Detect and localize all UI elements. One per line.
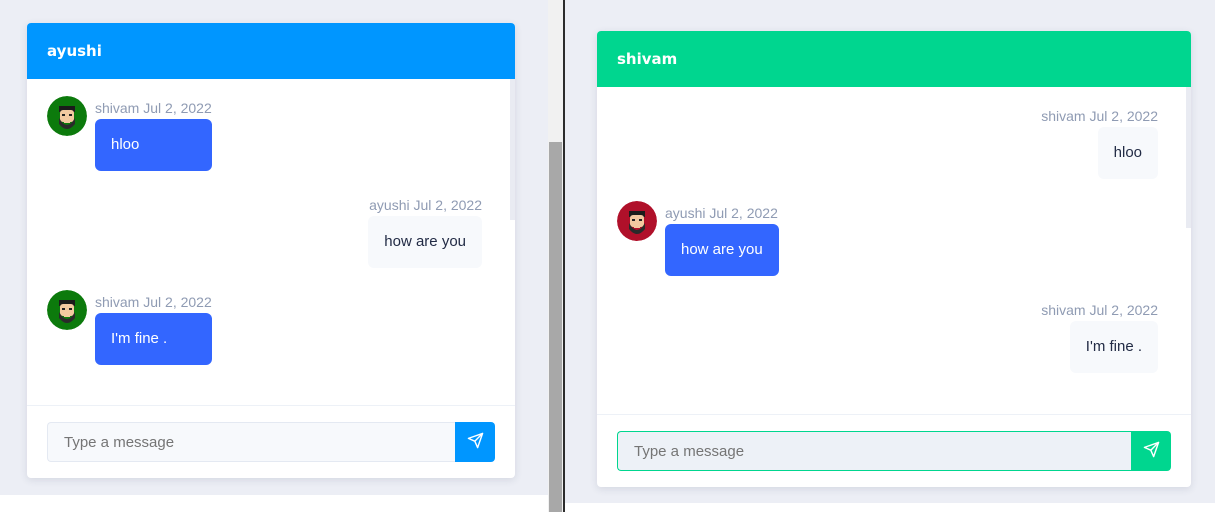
message-item: ayushi Jul 2, 2022 how are you [47,193,495,268]
message-input[interactable] [617,431,1131,471]
message-list-scrollbar[interactable] [1186,87,1191,228]
message-meta: shivam Jul 2, 2022 [1041,108,1158,124]
message-meta: ayushi Jul 2, 2022 [665,205,778,221]
message-item: shivam Jul 2, 2022 I'm fine . [47,290,495,365]
message-meta: shivam Jul 2, 2022 [1041,302,1158,318]
message-meta: shivam Jul 2, 2022 [95,100,212,116]
message-bubble: I'm fine . [1069,321,1158,373]
message-bubble: how are you [665,224,779,276]
bearded-man-avatar-icon [47,290,87,330]
message-item: shivam Jul 2, 2022 hloo [617,104,1171,179]
message-list[interactable]: shivam Jul 2, 2022 hloo ayushi Jul 2, 20… [27,79,515,406]
send-icon [1143,441,1160,461]
message-bubble: hloo [95,119,212,171]
send-button[interactable] [455,422,495,462]
message-composer [27,405,515,478]
send-button[interactable] [1131,431,1171,471]
message-list-scrollbar[interactable] [510,79,515,220]
message-meta: ayushi Jul 2, 2022 [369,197,482,213]
chat-header: ayushi [27,23,515,79]
left-window-footer [0,495,548,512]
message-item: shivam Jul 2, 2022 I'm fine . [617,298,1171,373]
chat-card-ayushi: ayushi shivam Jul 2, 2022 hloo ayushi Ju… [27,23,515,478]
chat-title: ayushi [47,42,102,60]
message-bubble: I'm fine . [95,313,212,365]
message-item: ayushi Jul 2, 2022 how are you [617,201,1171,276]
send-icon [467,432,484,452]
bearded-man-avatar-icon [617,201,657,241]
chat-header: shivam [597,31,1191,87]
right-window-footer [565,503,1215,512]
message-input[interactable] [47,422,455,462]
bearded-man-avatar-icon [47,96,87,136]
chat-card-shivam: shivam shivam Jul 2, 2022 hloo ayushi Ju… [597,31,1191,487]
message-list[interactable]: shivam Jul 2, 2022 hloo ayushi Jul 2, 20… [597,87,1191,414]
chat-title: shivam [617,50,678,68]
message-bubble: how are you [368,216,482,268]
message-composer [597,414,1191,487]
page-scrollbar-thumb[interactable] [549,142,562,512]
message-bubble: hloo [1097,127,1158,179]
message-item: shivam Jul 2, 2022 hloo [47,96,495,171]
message-meta: shivam Jul 2, 2022 [95,294,212,310]
